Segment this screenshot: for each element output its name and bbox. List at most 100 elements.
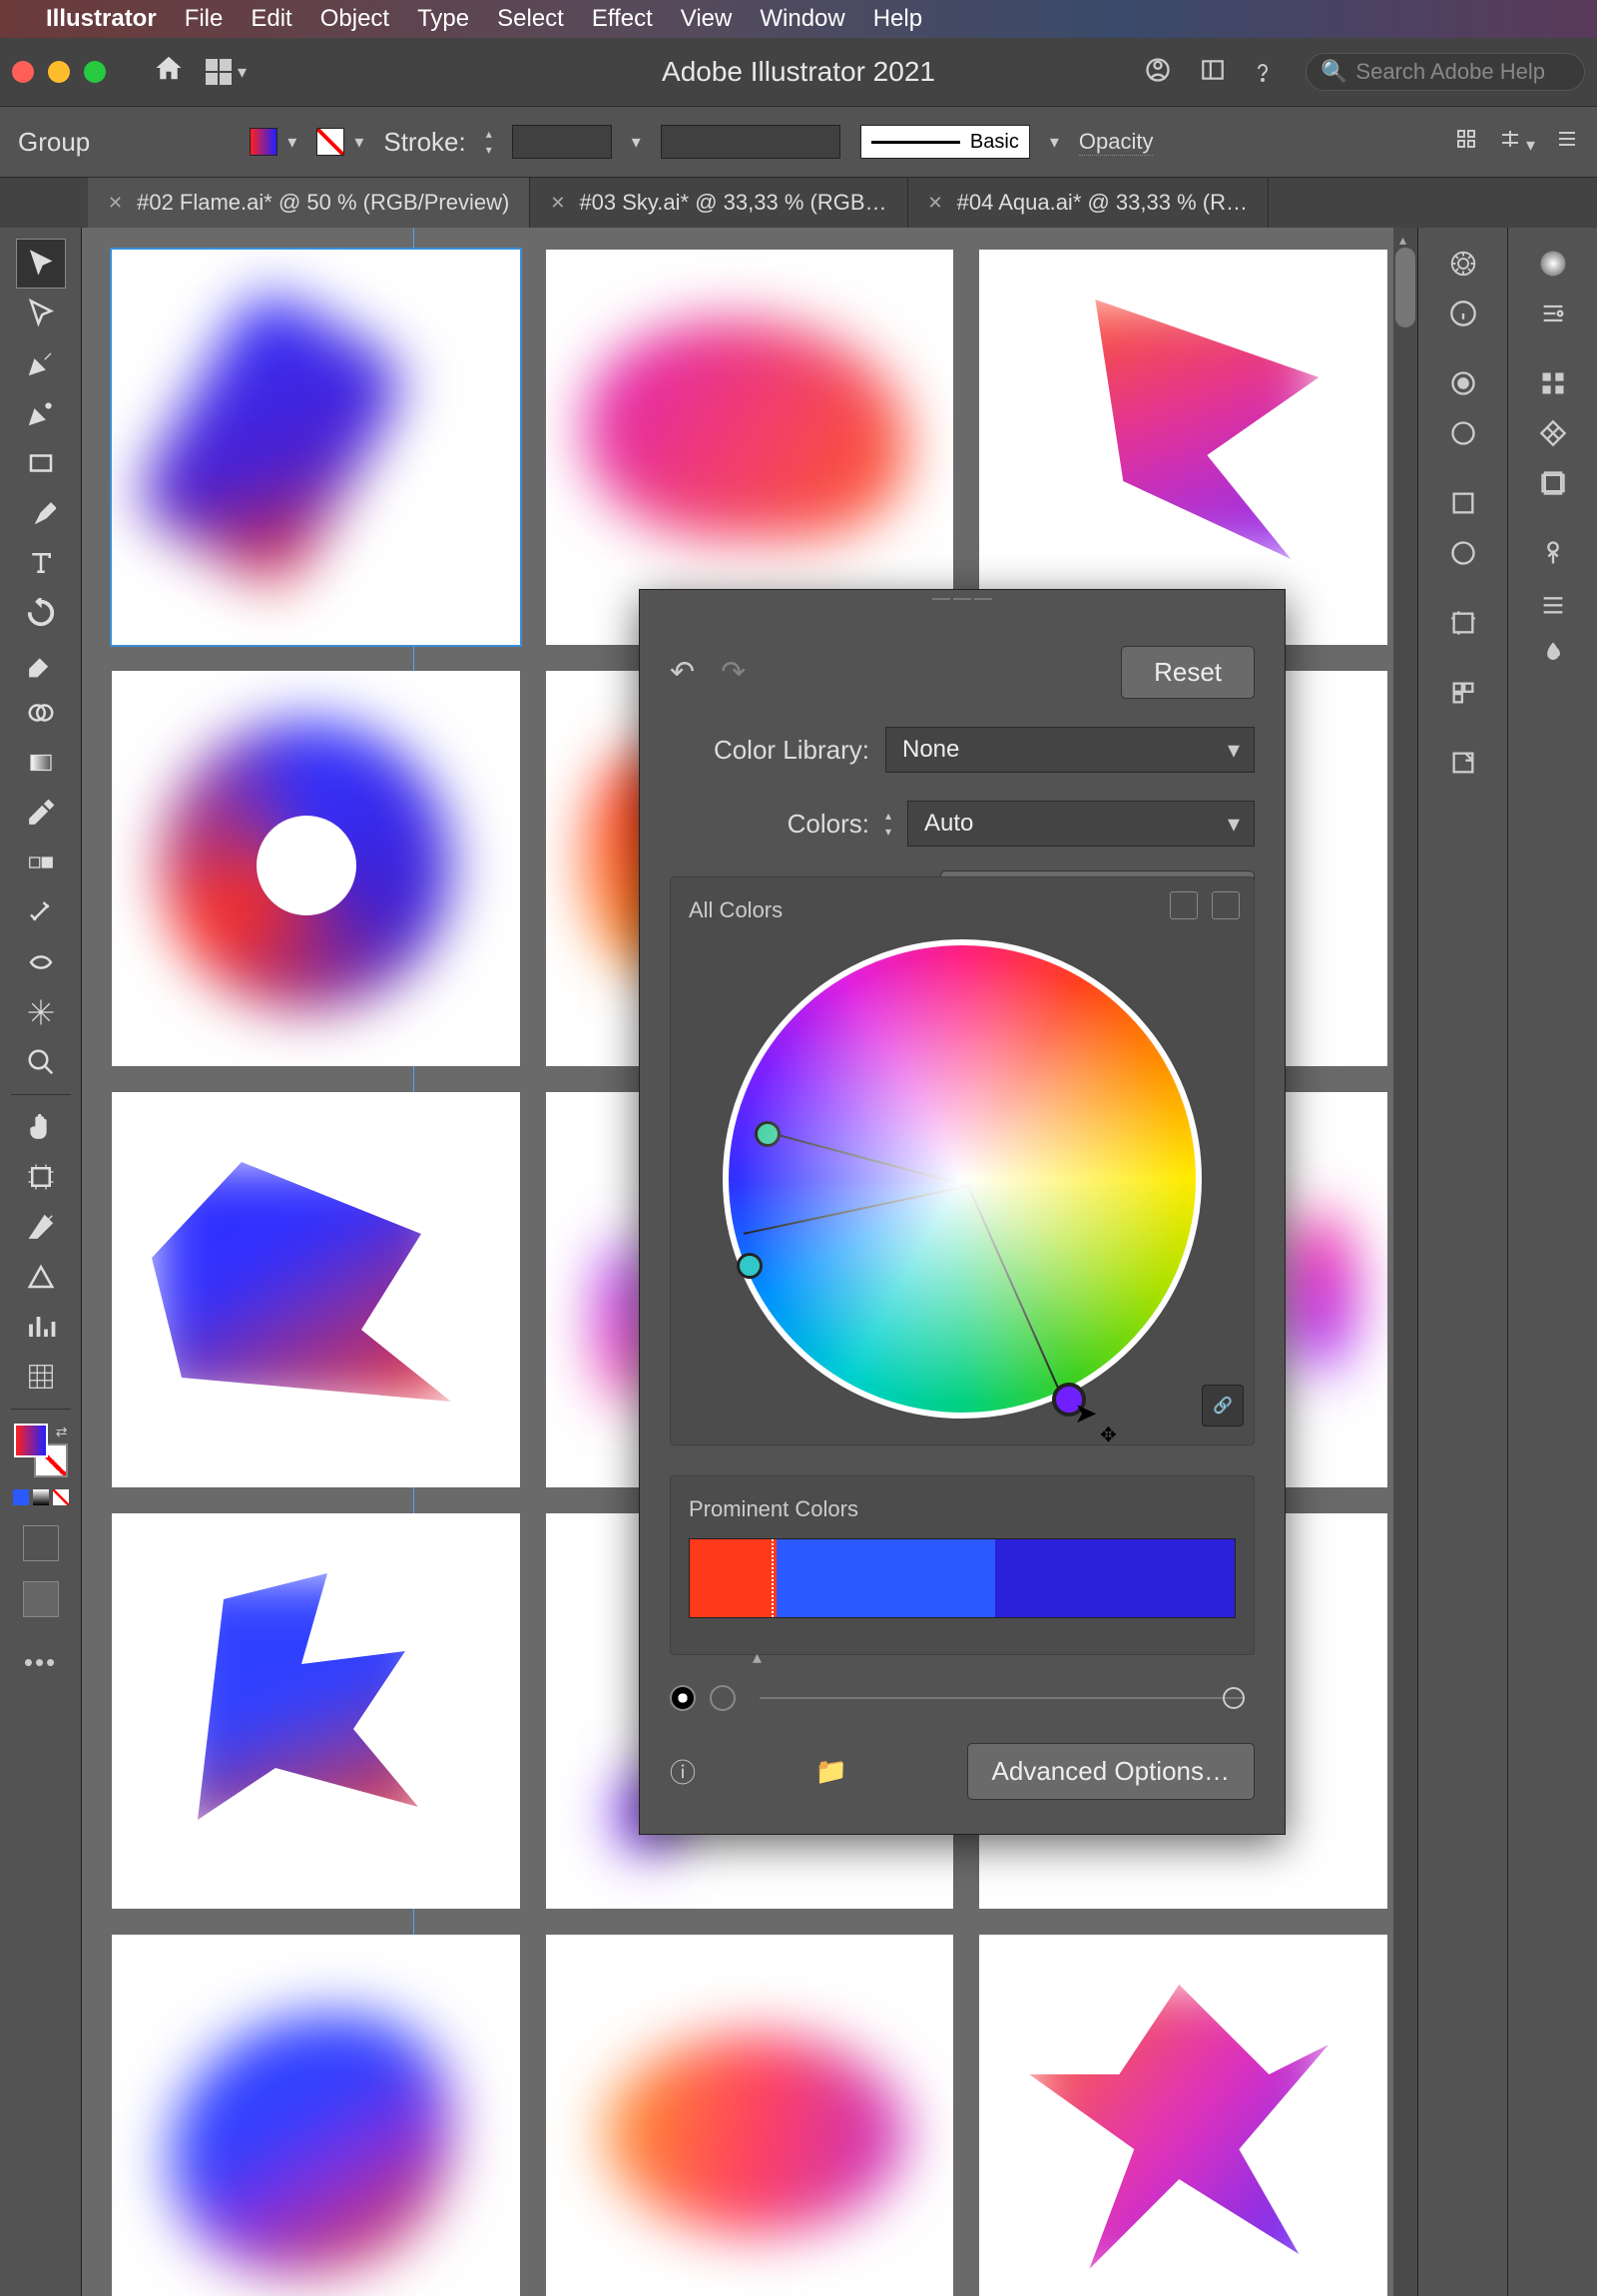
gradient-panel-icon[interactable]	[1531, 631, 1575, 675]
close-tab-icon[interactable]: ✕	[108, 193, 123, 214]
menu-window[interactable]: Window	[760, 5, 844, 33]
draw-mode[interactable]	[23, 1525, 59, 1561]
close-tab-icon[interactable]: ✕	[928, 193, 943, 214]
curvature-tool[interactable]	[17, 389, 65, 437]
brightness-slider[interactable]	[760, 1697, 1245, 1699]
help-search-input[interactable]: 🔍 Search Adobe Help	[1306, 53, 1585, 91]
graphic-styles-icon[interactable]	[1441, 411, 1485, 455]
info-icon[interactable]: ⓘ	[670, 1753, 696, 1790]
perspective-grid-tool[interactable]	[17, 1253, 65, 1301]
window-close-button[interactable]	[12, 61, 34, 83]
reset-button[interactable]: Reset	[1121, 646, 1255, 699]
menu-object[interactable]: Object	[320, 5, 389, 33]
scroll-up-icon[interactable]: ▴	[1399, 232, 1406, 249]
document-tab[interactable]: ✕ #04 Aqua.ai* @ 33,33 % (R…	[908, 178, 1270, 228]
arrange-documents-icon[interactable]	[1200, 57, 1226, 88]
document-tab[interactable]: ✕ #02 Flame.ai* @ 50 % (RGB/Preview)	[88, 178, 530, 228]
colors-stepper[interactable]: ▴▾	[885, 809, 891, 839]
artboard[interactable]	[112, 671, 520, 1066]
libraries-panel-icon[interactable]	[1441, 671, 1485, 715]
document-tab[interactable]: ✕ #03 Sky.ai* @ 33,33 % (RGB…	[530, 178, 907, 228]
blend-tool[interactable]	[17, 839, 65, 886]
colors-select[interactable]: Auto▾	[907, 801, 1255, 847]
symbols-panel-icon[interactable]	[1531, 461, 1575, 505]
artboard[interactable]	[112, 1935, 520, 2296]
scroll-thumb[interactable]	[1395, 248, 1415, 327]
brush-definition[interactable]: Basic	[860, 125, 1030, 159]
screen-mode[interactable]	[23, 1581, 59, 1617]
redo-icon[interactable]: ↷	[721, 655, 746, 690]
rotate-tool[interactable]	[17, 589, 65, 637]
artboard[interactable]	[979, 250, 1387, 645]
prominent-colors-bar[interactable]	[689, 1538, 1236, 1618]
color-shuffle-icon[interactable]	[1212, 891, 1240, 919]
width-tool[interactable]	[17, 938, 65, 986]
advanced-options-button[interactable]: Advanced Options…	[967, 1743, 1255, 1800]
close-tab-icon[interactable]: ✕	[550, 193, 565, 214]
properties-panel-icon[interactable]	[1441, 242, 1485, 286]
menu-type[interactable]: Type	[417, 5, 469, 33]
selection-tool[interactable]	[17, 240, 65, 287]
color-guide-icon[interactable]	[1531, 291, 1575, 335]
hand-tool[interactable]	[17, 1103, 65, 1151]
appearance-panel-icon[interactable]	[1441, 361, 1485, 405]
color-order-icon[interactable]	[1170, 891, 1198, 919]
window-minimize-button[interactable]	[48, 61, 70, 83]
info-panel-icon[interactable]	[1441, 291, 1485, 335]
menu-help[interactable]: Help	[873, 5, 922, 33]
column-graph-tool[interactable]	[17, 1303, 65, 1351]
artboard[interactable]	[112, 1513, 520, 1909]
color-panel-icon[interactable]	[1531, 242, 1575, 286]
workspace-switcher[interactable]: ▾	[206, 59, 247, 85]
artboard[interactable]	[546, 1935, 954, 2296]
artboards-panel-icon[interactable]	[1441, 601, 1485, 645]
layers-panel-icon[interactable]	[1441, 481, 1485, 525]
menu-effect[interactable]: Effect	[592, 5, 653, 33]
color-wheel[interactable]: ➤ ✥	[723, 939, 1202, 1419]
color-wheel-handle[interactable]	[755, 1121, 781, 1147]
edit-toolbar-icon[interactable]: •••	[24, 1647, 57, 1678]
shape-builder-tool[interactable]	[17, 689, 65, 737]
free-transform-tool[interactable]	[17, 988, 65, 1036]
eyedropper-tool[interactable]	[17, 789, 65, 837]
save-group-icon[interactable]: 📁	[815, 1756, 847, 1787]
app-name[interactable]: Illustrator	[46, 5, 157, 33]
menu-view[interactable]: View	[681, 5, 733, 33]
vertical-scrollbar[interactable]: ▴	[1393, 228, 1417, 2296]
home-icon[interactable]	[154, 53, 184, 91]
menu-select[interactable]: Select	[497, 5, 564, 33]
artboard[interactable]	[112, 250, 520, 645]
fill-stroke-swatch[interactable]: ⇄	[14, 1424, 68, 1477]
stroke-panel-icon[interactable]	[1531, 531, 1575, 575]
menu-file[interactable]: File	[185, 5, 224, 33]
cloud-sync-icon[interactable]	[1144, 56, 1172, 89]
paintbrush-tool[interactable]	[17, 489, 65, 537]
slider-knob[interactable]	[1223, 1687, 1245, 1709]
fill-swatch[interactable]: ▾	[250, 128, 296, 156]
artboard-tool[interactable]	[17, 1153, 65, 1201]
asset-export-icon[interactable]	[1441, 531, 1485, 575]
align-icon[interactable]	[1454, 127, 1478, 157]
swap-fill-stroke-icon[interactable]: ⇄	[56, 1424, 68, 1440]
artboard[interactable]	[546, 250, 954, 645]
slice-tool[interactable]	[17, 1203, 65, 1251]
pen-tool[interactable]	[17, 339, 65, 387]
direct-selection-tool[interactable]	[17, 289, 65, 337]
share-panel-icon[interactable]	[1441, 741, 1485, 785]
link-harmony-icon[interactable]: 🔗	[1202, 1385, 1244, 1427]
brushes-panel-icon[interactable]	[1531, 411, 1575, 455]
artboard[interactable]	[112, 1092, 520, 1487]
menu-edit[interactable]: Edit	[251, 5, 291, 33]
window-maximize-button[interactable]	[84, 61, 106, 83]
stroke-weight-stepper[interactable]: ▴▾	[486, 127, 492, 157]
color-wheel-handle[interactable]	[737, 1253, 763, 1279]
brightness-mode-dark[interactable]	[670, 1685, 696, 1711]
more-options-icon[interactable]	[1555, 127, 1579, 157]
stroke-swatch[interactable]: ▾	[316, 128, 363, 156]
zoom-tool[interactable]	[17, 1038, 65, 1086]
undo-icon[interactable]: ↶	[670, 655, 695, 690]
transform-icon[interactable]: ▾	[1498, 127, 1535, 157]
variable-width-profile[interactable]	[661, 125, 840, 159]
learn-icon[interactable]	[1254, 55, 1278, 90]
prominent-slider-handle[interactable]: ▴	[753, 1647, 762, 1668]
